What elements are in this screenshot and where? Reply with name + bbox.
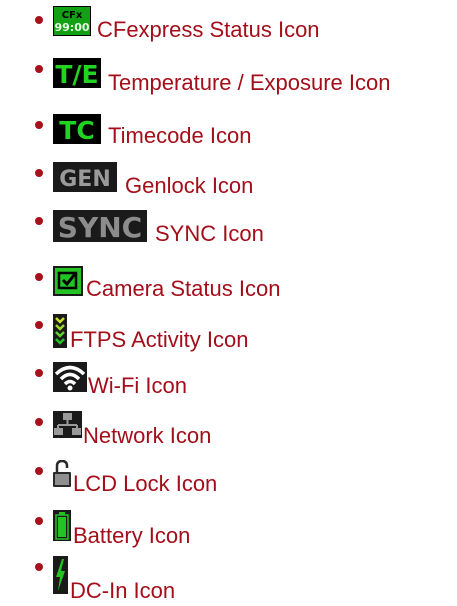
network-icon xyxy=(53,411,82,438)
label-link[interactable]: Network Icon xyxy=(83,423,211,449)
svg-text:SYNC: SYNC xyxy=(58,211,142,242)
label-link[interactable]: Timecode Icon xyxy=(108,123,251,149)
camera-status-icon xyxy=(53,266,83,296)
ftps-activity-icon xyxy=(53,314,67,348)
label-link[interactable]: CFexpress Status Icon xyxy=(97,17,320,43)
dc-in-icon xyxy=(53,556,68,594)
bullet xyxy=(35,121,43,129)
wifi-icon xyxy=(53,362,87,392)
genlock-icon: GEN xyxy=(53,162,117,192)
temperature-exposure-icon: T/E xyxy=(53,58,101,88)
sync-icon: SYNC xyxy=(53,210,147,242)
bullet xyxy=(35,65,43,73)
label-link[interactable]: FTPS Activity Icon xyxy=(70,327,249,353)
bullet xyxy=(35,16,43,24)
bullet xyxy=(35,563,43,571)
bullet xyxy=(35,169,43,177)
lcd-lock-icon xyxy=(53,460,71,487)
label-link[interactable]: Wi-Fi Icon xyxy=(88,373,187,399)
label-link[interactable]: LCD Lock Icon xyxy=(73,471,217,497)
svg-text:T/E: T/E xyxy=(55,60,98,88)
label-link[interactable]: Battery Icon xyxy=(73,523,190,549)
bullet xyxy=(35,321,43,329)
label-link[interactable]: DC-In Icon xyxy=(70,578,175,604)
battery-icon xyxy=(53,510,71,541)
svg-text:TC: TC xyxy=(59,116,94,144)
label-link[interactable]: Temperature / Exposure Icon xyxy=(108,70,390,96)
cfexpress-status-icon: CFx 99:00 xyxy=(53,6,91,36)
bullet xyxy=(35,369,43,377)
svg-text:CFx: CFx xyxy=(62,10,83,21)
label-link[interactable]: Camera Status Icon xyxy=(86,276,280,302)
bullet xyxy=(35,418,43,426)
bullet xyxy=(35,517,43,525)
label-link[interactable]: SYNC Icon xyxy=(155,221,264,247)
label-link[interactable]: Genlock Icon xyxy=(125,173,253,199)
timecode-icon: TC xyxy=(53,114,101,144)
bullet xyxy=(35,273,43,281)
bullet xyxy=(35,467,43,475)
svg-text:GEN: GEN xyxy=(59,167,111,192)
bullet xyxy=(35,217,43,225)
svg-text:99:00: 99:00 xyxy=(54,21,89,34)
